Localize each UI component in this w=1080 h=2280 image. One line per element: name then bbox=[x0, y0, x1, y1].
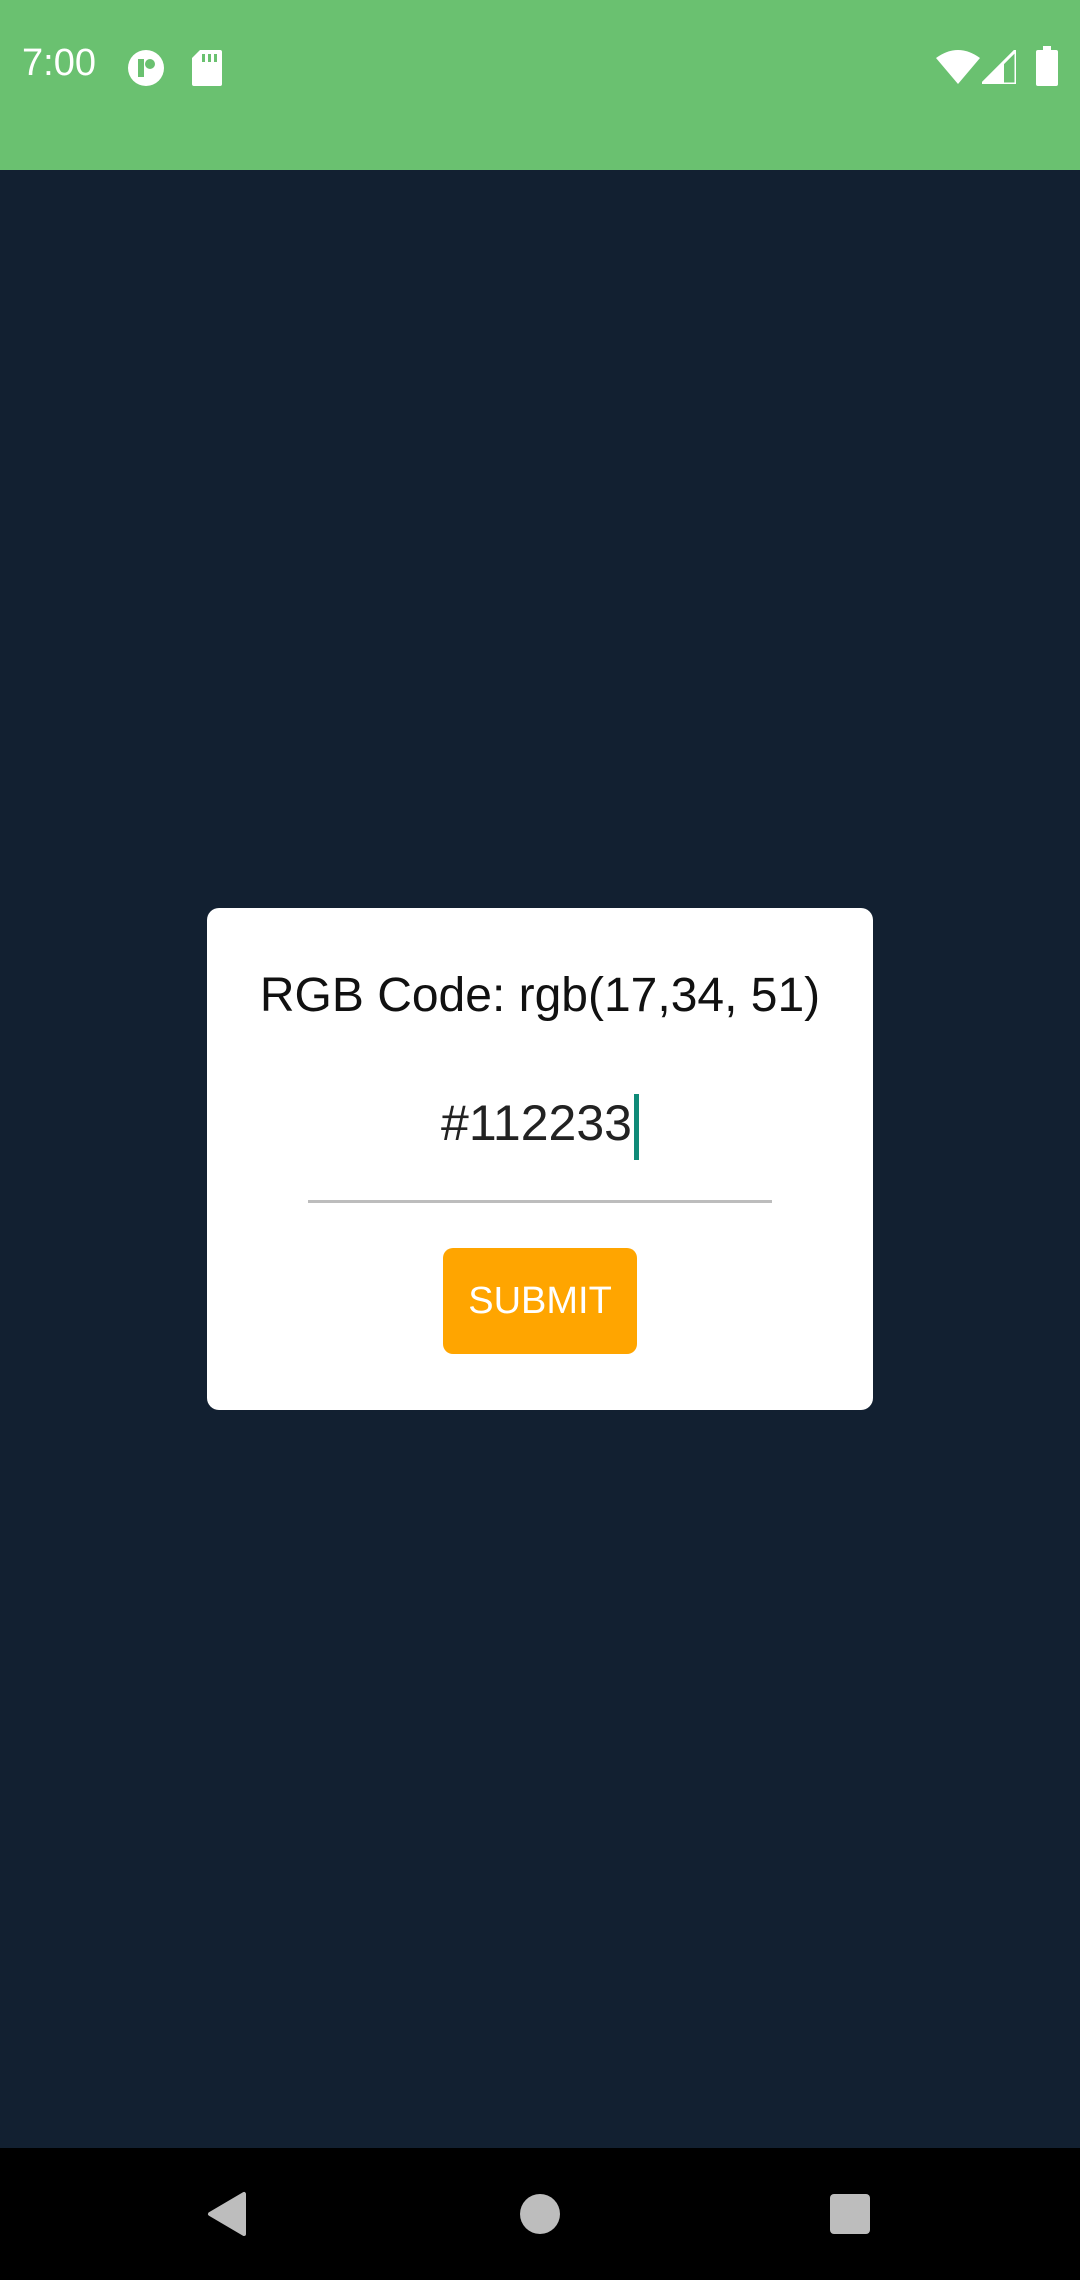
hex-input[interactable]: #112233 bbox=[308, 1088, 772, 1160]
navigation-bar bbox=[0, 2148, 1080, 2280]
rgb-code-label: RGB Code: rgb(17,34, 51) bbox=[259, 969, 821, 1022]
sd-card-icon bbox=[192, 50, 222, 86]
cell-signal-icon bbox=[982, 50, 1016, 84]
text-caret bbox=[633, 1093, 639, 1160]
app-notification-icon bbox=[128, 50, 164, 86]
screen: 7:00 RGB Code: rgb(17,34, 51) #112233 SU… bbox=[0, 0, 1080, 2280]
submit-button[interactable]: SUBMIT bbox=[443, 1248, 637, 1354]
back-icon[interactable] bbox=[166, 2148, 286, 2280]
hex-input-value: #112233 bbox=[441, 1095, 632, 1151]
home-icon[interactable] bbox=[480, 2148, 600, 2280]
wifi-icon bbox=[936, 50, 980, 84]
color-converter-card: RGB Code: rgb(17,34, 51) #112233 SUBMIT bbox=[207, 908, 873, 1410]
status-bar: 7:00 bbox=[0, 0, 1080, 170]
hex-input-field[interactable]: #112233 bbox=[308, 1078, 772, 1203]
recents-icon[interactable] bbox=[790, 2148, 910, 2280]
battery-icon bbox=[1036, 46, 1058, 86]
status-time: 7:00 bbox=[22, 42, 96, 84]
